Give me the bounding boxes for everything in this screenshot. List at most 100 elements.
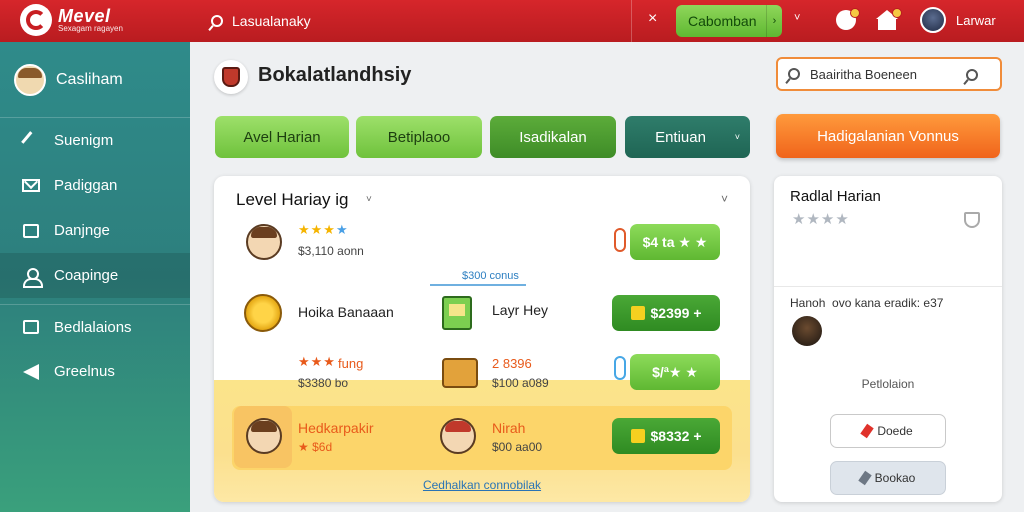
filter-button-betiplaoo[interactable]: Betiplaoo — [356, 116, 482, 158]
sidebar-item-padiggan[interactable]: Padiggan — [0, 163, 190, 208]
panel-label: Petlolaion — [861, 377, 915, 391]
sidebar-item-greelnus[interactable]: Greelnus — [0, 349, 190, 394]
sidebar-item-label: Coapinge — [54, 267, 119, 284]
user-icon — [22, 267, 43, 288]
row-amount: $3380 bo — [298, 376, 349, 390]
search-icon — [202, 15, 232, 27]
chevron-down-icon[interactable]: ˅ — [366, 194, 372, 205]
level-list-card: Level Hariay ig ˅ ˅ ★★★★ $3,110 aonn $4 … — [214, 176, 750, 502]
player-avatar — [246, 224, 282, 260]
price-button[interactable]: $/ª★ ★ — [630, 354, 720, 390]
user-avatar[interactable] — [920, 7, 946, 33]
row-mid-name: Nirah — [492, 420, 526, 436]
search-submit-icon[interactable] — [966, 69, 978, 81]
filter-button-avel-harian[interactable]: Avel Harian — [215, 116, 349, 158]
location-pin-icon — [614, 228, 626, 252]
top-search-text[interactable]: Lasualanaky — [232, 13, 311, 29]
panel-description: Hanoh ovo kana eradik: e37 — [790, 296, 944, 310]
sidebar-item-suenigm[interactable]: Suenigm — [0, 118, 190, 163]
page-title: Bokalatlandhsiy — [258, 64, 412, 86]
player-avatar — [246, 418, 282, 454]
bonus-button[interactable]: Hadigalanian Vonnus — [776, 114, 1000, 158]
price-button[interactable]: $4 ta ★ ★ — [630, 224, 720, 260]
divider-line — [430, 284, 526, 286]
button-label: Doede — [877, 424, 913, 438]
sidebar: Casliham Suenigm Padiggan Danjnge Coapin… — [0, 42, 190, 512]
search-icon — [788, 68, 800, 80]
row-mid-amount: $00 aa00 — [492, 440, 543, 454]
cta-arrow-icon: › — [766, 5, 782, 37]
price-button[interactable]: $2399 + — [612, 295, 720, 331]
row-amount: $3,110 aonn — [298, 244, 364, 258]
filter-button-isadikalan[interactable]: Isadikalan — [490, 116, 616, 158]
chevron-down-icon[interactable]: ˅ — [794, 12, 800, 24]
footer-link[interactable]: Cedhalkan connobilak — [214, 478, 750, 492]
row-name: fung — [338, 356, 364, 371]
info-panel: Radlal Harian ★★★★ Hanoh ovo kana eradik… — [774, 176, 1002, 502]
sidebar-avatar — [14, 63, 46, 96]
logo-icon — [20, 4, 52, 36]
mail-icon — [22, 177, 40, 195]
sidebar-item-danjnge[interactable]: Danjnge — [0, 208, 190, 253]
app-logo[interactable]: Mevel Sexagam ragayen — [20, 4, 123, 36]
bonus-label: $300 conus — [462, 270, 519, 282]
home-icon[interactable] — [876, 8, 902, 32]
row-mid-amount: $100 a089 — [492, 376, 549, 390]
price-button[interactable]: $8332 + — [612, 418, 720, 454]
divider-line — [774, 286, 1002, 287]
primary-action-button[interactable]: Doede — [830, 414, 946, 448]
close-icon[interactable]: × — [648, 10, 657, 28]
secondary-action-button[interactable]: Bookao — [830, 461, 946, 495]
rating-stars: ★★★★ — [298, 222, 349, 237]
panel-title: Radlal Harian — [790, 188, 881, 205]
search-input-value[interactable]: Baairitha Boeneen — [810, 67, 917, 82]
sidebar-item-label: Bedlalaions — [54, 318, 132, 336]
send-icon — [22, 363, 40, 381]
ticket-icon — [442, 296, 472, 330]
edit-icon — [860, 423, 875, 439]
row-amount: ★ $6d — [298, 440, 333, 454]
top-cta-label: Cabomban — [688, 13, 757, 29]
search-input[interactable]: Baairitha Boeneen — [776, 57, 1002, 91]
logo-subtitle: Sexagam ragayen — [58, 24, 123, 33]
microphone-icon — [21, 130, 41, 151]
price-label: $8332 + — [650, 428, 702, 444]
sidebar-item-label: Suenigm — [54, 132, 114, 149]
gem-icon — [630, 429, 645, 443]
sidebar-item-label: Danjnge — [54, 222, 110, 239]
location-pin-icon — [614, 356, 626, 380]
player-avatar — [440, 418, 476, 454]
notification-bell-icon[interactable] — [836, 8, 860, 32]
row-mid-name: Layr Hey — [492, 302, 549, 318]
row-name: Hedkarpakir — [298, 420, 374, 436]
rating-stars: ★★★★ — [792, 211, 850, 228]
edit-icon — [857, 470, 872, 486]
panel-icon — [22, 318, 40, 336]
price-label: $2399 + — [650, 305, 702, 321]
top-bar: Mevel Sexagam ragayen Lasualanaky × Cabo… — [0, 0, 1024, 42]
user-name[interactable]: Larwar — [956, 13, 996, 28]
sidebar-item-bedlalaions[interactable]: Bedlalaions — [0, 304, 190, 349]
row-mid-name: 2 8396 — [492, 356, 532, 371]
top-search[interactable]: Lasualanaky — [196, 0, 632, 42]
rating-stars: ★★★ — [298, 354, 336, 369]
sidebar-header[interactable]: Casliham — [0, 42, 190, 118]
filter-dropdown-label: Entiuan — [655, 128, 706, 146]
sidebar-item-label: Padiggan — [54, 177, 118, 194]
treasure-chest-icon — [442, 358, 478, 388]
card-title: Level Hariay ig — [236, 190, 349, 209]
button-label: Bookao — [874, 471, 916, 485]
trophy-icon[interactable] — [964, 212, 980, 228]
filter-dropdown-entiuan[interactable]: Entiuan ˅ — [625, 116, 750, 158]
sidebar-item-coapinge[interactable]: Coapinge — [0, 253, 190, 298]
logo-title: Mevel — [58, 6, 111, 26]
chevron-down-icon: ˅ — [734, 132, 740, 142]
collapse-chevron-icon[interactable]: ˅ — [721, 192, 728, 206]
gem-icon — [630, 306, 645, 320]
home-badge — [892, 8, 902, 18]
row-name: Hoika Banaaan — [298, 304, 394, 320]
coin-icon — [244, 294, 282, 332]
top-cta-button[interactable]: Cabomban › — [676, 5, 782, 37]
helmet-icon — [214, 60, 248, 94]
panel-avatar — [792, 316, 822, 346]
